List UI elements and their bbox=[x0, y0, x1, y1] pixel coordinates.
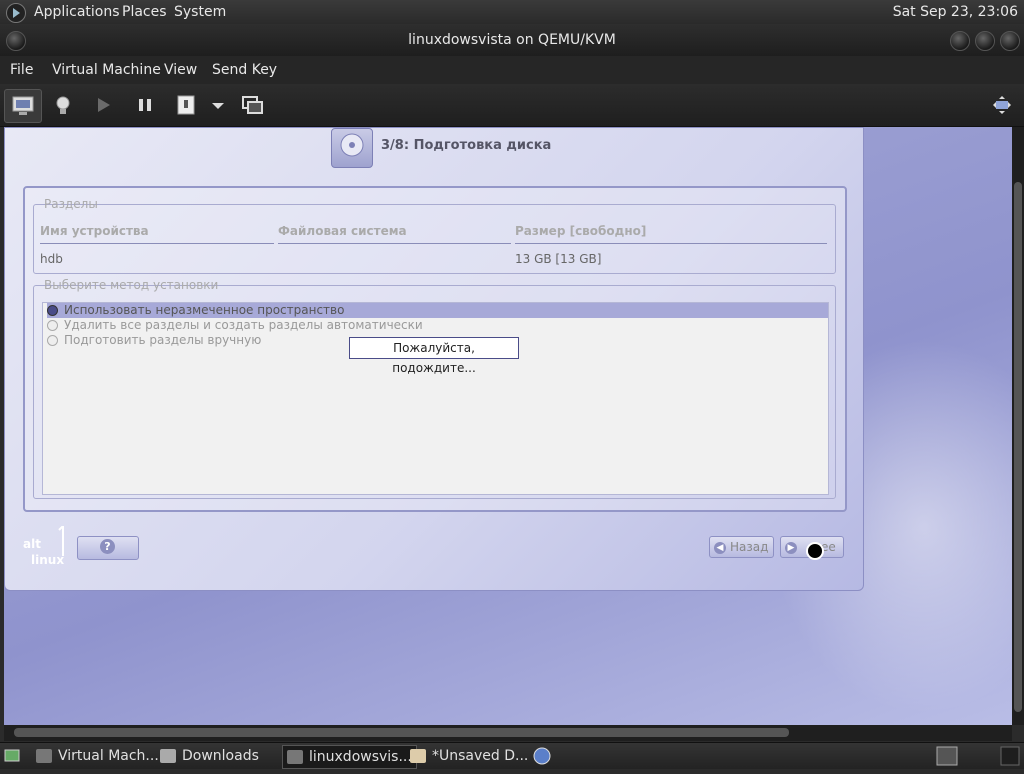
taskbar-item-downloads[interactable]: Downloads bbox=[160, 745, 259, 767]
close-icon[interactable] bbox=[1000, 31, 1020, 51]
please-wait-popup: Пожалуйста, подождите... bbox=[349, 337, 519, 375]
method-option-label: Использовать неразмеченное пространство bbox=[64, 303, 345, 317]
column-header-device[interactable]: Имя устройства bbox=[40, 224, 149, 238]
column-header-filesystem[interactable]: Файловая система bbox=[278, 224, 407, 238]
disk-icon bbox=[331, 128, 373, 168]
vm-console-icon bbox=[287, 750, 303, 764]
maximize-icon[interactable] bbox=[975, 31, 995, 51]
menu-file[interactable]: File bbox=[10, 62, 33, 78]
web-browser-icon[interactable] bbox=[532, 745, 552, 767]
help-icon: ? bbox=[100, 539, 115, 554]
header-divider bbox=[515, 243, 827, 244]
header-divider bbox=[278, 243, 511, 244]
minimize-icon[interactable] bbox=[950, 31, 970, 51]
install-method-legend: Выберите метод установки bbox=[44, 278, 219, 292]
taskbar-item-unsaved-document[interactable]: *Unsaved D... bbox=[410, 745, 528, 767]
bottom-panel: Virtual Mach... Downloads linuxdowsvis..… bbox=[0, 742, 1024, 769]
radio-selected-icon[interactable] bbox=[47, 305, 58, 316]
show-desktop-icon[interactable] bbox=[4, 745, 20, 767]
svg-text:alt: alt bbox=[23, 537, 41, 551]
run-play-icon[interactable] bbox=[91, 93, 115, 117]
header-divider bbox=[40, 243, 274, 244]
partitions-legend: Разделы bbox=[44, 197, 98, 211]
busy-cursor-icon bbox=[806, 542, 824, 560]
svg-text:linux: linux bbox=[31, 553, 64, 567]
gnome-foot-icon[interactable] bbox=[6, 3, 26, 23]
snapshots-icon[interactable] bbox=[240, 93, 264, 117]
menu-system[interactable]: System bbox=[174, 4, 226, 20]
horizontal-scrollbar-thumb[interactable] bbox=[14, 728, 789, 737]
horizontal-scrollbar[interactable] bbox=[4, 725, 1012, 741]
virt-manager-icon bbox=[36, 749, 52, 763]
menu-places[interactable]: Places bbox=[122, 4, 167, 20]
details-lightbulb-icon[interactable] bbox=[51, 93, 75, 117]
chevron-down-icon[interactable] bbox=[206, 93, 230, 117]
taskbar-item-virtual-machine-manager[interactable]: Virtual Mach... bbox=[36, 745, 159, 767]
radio-icon[interactable] bbox=[47, 335, 58, 346]
toolbar bbox=[0, 84, 1024, 127]
monitor-icon bbox=[12, 96, 34, 115]
method-option-label: Удалить все разделы и создать разделы ав… bbox=[64, 318, 423, 332]
menu-view[interactable]: View bbox=[164, 62, 197, 78]
help-button[interactable]: ? bbox=[77, 536, 139, 560]
console-button[interactable] bbox=[4, 89, 42, 123]
method-option-manual[interactable]: Подготовить разделы вручную bbox=[47, 333, 261, 348]
partitions-group: Разделы Имя устройства Файловая система … bbox=[33, 197, 836, 274]
folder-icon bbox=[160, 749, 176, 763]
text-editor-icon bbox=[410, 749, 426, 763]
window-title: linuxdowsvista on QEMU/KVM bbox=[408, 32, 616, 48]
partition-size-cell[interactable]: 13 GB [13 GB] bbox=[515, 252, 601, 266]
top-panel: Applications Places System Sat Sep 23, 2… bbox=[0, 0, 1024, 25]
arrow-right-icon: ▶ bbox=[785, 541, 797, 554]
back-label: Назад bbox=[730, 540, 769, 554]
pause-icon[interactable] bbox=[133, 93, 157, 117]
shutdown-icon[interactable] bbox=[174, 93, 198, 117]
step-title: 3/8: Подготовка диска bbox=[381, 138, 552, 153]
method-option-unpartitioned[interactable]: Использовать неразмеченное пространство bbox=[47, 303, 828, 318]
fullscreen-icon[interactable] bbox=[990, 93, 1014, 117]
alt-linux-logo: alt linux bbox=[23, 523, 73, 570]
taskbar-item-linuxdowsvista[interactable]: linuxdowsvis... bbox=[282, 745, 417, 769]
vertical-scrollbar[interactable] bbox=[1012, 127, 1024, 725]
method-option-auto[interactable]: Удалить все разделы и создать разделы ав… bbox=[47, 318, 423, 333]
workspace-switcher-empty-icon[interactable] bbox=[1000, 745, 1020, 767]
installer-window: 3/8: Подготовка диска Разделы Имя устрой… bbox=[4, 127, 864, 591]
vertical-scrollbar-thumb[interactable] bbox=[1014, 182, 1022, 712]
menu-virtual-machine[interactable]: Virtual Machine bbox=[52, 62, 161, 78]
radio-icon[interactable] bbox=[47, 320, 58, 331]
vm-display[interactable]: 3/8: Подготовка диска Разделы Имя устрой… bbox=[4, 127, 1012, 725]
menu-send-key[interactable]: Send Key bbox=[212, 62, 277, 78]
menubar: File Virtual Machine View Send Key bbox=[0, 56, 1024, 84]
column-header-size[interactable]: Размер [свободно] bbox=[515, 224, 646, 238]
workspace-switcher-icon[interactable] bbox=[936, 745, 958, 767]
arrow-left-icon: ◀ bbox=[714, 541, 726, 554]
method-option-label: Подготовить разделы вручную bbox=[64, 333, 262, 347]
install-method-list: Использовать неразмеченное пространство … bbox=[42, 302, 829, 495]
install-method-group: Выберите метод установки Использовать не… bbox=[33, 278, 836, 499]
clock[interactable]: Sat Sep 23, 23:06 bbox=[893, 4, 1018, 20]
window-titlebar[interactable]: linuxdowsvista on QEMU/KVM bbox=[0, 24, 1024, 56]
partition-device-cell[interactable]: hdb bbox=[40, 252, 63, 266]
back-button[interactable]: ◀ Назад bbox=[709, 536, 774, 558]
menu-applications[interactable]: Applications bbox=[34, 4, 120, 20]
